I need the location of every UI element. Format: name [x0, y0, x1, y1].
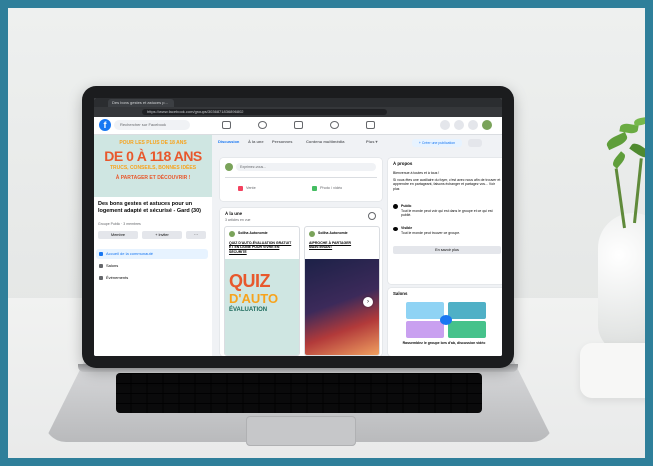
profile-avatar[interactable] [482, 120, 492, 130]
group-name[interactable]: Des bons gestes et astuces pour un logem… [98, 201, 208, 214]
info-icon[interactable] [368, 212, 376, 220]
gaming-icon[interactable] [366, 121, 375, 129]
left-nav-item[interactable]: Événements [96, 273, 208, 283]
browser-tab[interactable]: Des bons gestes et astuces p... [108, 99, 174, 107]
globe-icon [393, 204, 398, 209]
rooms-section: Salons Rassemblez le groupe lors d'ab, d… [388, 288, 502, 356]
photo-frame: Des bons gestes et astuces p... https://… [0, 0, 653, 466]
browser-address-bar: https://www.facebook.com/groups/30368718… [94, 107, 502, 117]
public-description: Tout le monde peut voir qui est dans le … [401, 209, 493, 218]
laptop-lid: Des bons gestes et astuces p... https://… [82, 86, 514, 368]
left-nav-label: Salons [106, 263, 119, 268]
sell-action[interactable]: Vente [238, 183, 298, 193]
groups-icon[interactable] [330, 121, 339, 129]
cover-line3: TRUCS, CONSEILS, BONNES IDÉES [109, 165, 197, 171]
tab-discussion[interactable]: Discussion [218, 139, 239, 144]
folded-cloth [580, 343, 645, 398]
group-sidebar: POUR LES PLUS DE 18 ANS DE 0 À 118 ANS T… [94, 135, 212, 356]
about-title: À propos [393, 161, 413, 166]
public-title: Public [401, 204, 412, 208]
tab-more[interactable]: Plus ▾ [366, 139, 378, 144]
group-cover-image: POUR LES PLUS DE 18 ANS DE 0 À 118 ANS T… [94, 135, 212, 197]
featured-post[interactable]: Soliha Autonomie AIPROCHE À PARTAGER MAI… [304, 226, 380, 356]
post-composer: Exprimez-vous... Vente Photo / vidéo [220, 158, 382, 201]
calendar-icon [99, 276, 103, 280]
rooms-illustration [406, 302, 488, 338]
avatar [309, 231, 315, 237]
left-nav-label: Événements [106, 275, 129, 280]
cover-line2: DE 0 À 118 ANS [104, 148, 202, 164]
menu-icon[interactable] [440, 120, 450, 130]
laptop-screen: Des bons gestes et astuces p... https://… [94, 98, 502, 356]
cover-line1: POUR LES PLUS DE 18 ANS [119, 140, 187, 146]
about-description: Si vous êtes une auxiliaire du foyer, c'… [393, 178, 501, 191]
featured-section: À la une 3 articles en vue Soliha Autono… [220, 208, 382, 356]
about-welcome: Bienvenue à toutes et à tous ! [393, 171, 440, 175]
laptop-photo: Des bons gestes et astuces p... https://… [8, 8, 645, 458]
quiz-text: D'AUTO [229, 291, 279, 306]
left-nav-item[interactable]: Accueil de la communauté [96, 249, 208, 259]
cover-line4: À PARTAGER ET DÉCOUVRIR ! [115, 175, 191, 181]
watch-icon[interactable] [258, 121, 267, 129]
tab-featured[interactable]: À la une [248, 139, 264, 144]
photo-icon [312, 185, 317, 191]
left-nav-item[interactable]: Salons [96, 261, 208, 271]
messenger-icon[interactable] [454, 120, 464, 130]
next-arrow-icon[interactable]: › [363, 297, 373, 307]
quiz-image: QUIZ D'AUTO ÉVALUATION [225, 259, 299, 355]
post-caption: QUIZ D'AUTO-ÉVALUATION GRATUIT ET EN LIG… [229, 241, 292, 254]
notifications-icon[interactable] [468, 120, 478, 130]
more-options-button[interactable]: ··· [186, 231, 206, 239]
featured-post[interactable]: Soliha Autonomie QUIZ D'AUTO-ÉVALUATION … [224, 226, 300, 356]
post-author: Soliha Autonomie [238, 231, 268, 235]
rooms-icon [99, 264, 103, 268]
post-caption: AIPROCHE À PARTAGER MAINTENANT [309, 241, 352, 250]
search-group-icon[interactable] [468, 139, 482, 147]
quiz-text: QUIZ [229, 271, 271, 291]
browser-tab-bar: Des bons gestes et astuces p... [94, 98, 502, 107]
home-icon[interactable] [222, 121, 231, 129]
night-road-image [305, 259, 379, 355]
post-author: Soliha Autonomie [318, 231, 348, 235]
visible-description: Tout le monde peut trouver ce groupe. [401, 231, 461, 235]
joined-button[interactable]: Membre [98, 231, 138, 239]
create-post-button[interactable]: + Créer une publication [412, 139, 462, 147]
laptop-trackpad [246, 416, 356, 446]
url-field[interactable]: https://www.facebook.com/groups/30368718… [142, 109, 387, 115]
facebook-logo-icon[interactable]: f [99, 119, 111, 131]
featured-title: À la une [225, 211, 243, 216]
marketplace-icon[interactable] [294, 121, 303, 129]
left-nav-label: Accueil de la communauté [106, 251, 153, 256]
rooms-caption: Rassemblez le groupe lors d'ab, discussi… [402, 341, 486, 345]
home-icon [99, 252, 103, 256]
group-tabs: Discussion À la une Personnes Contenu mu… [216, 136, 502, 150]
search-input[interactable]: Rechercher sur Facebook [114, 120, 190, 130]
eye-icon [393, 227, 398, 231]
quiz-text: ÉVALUATION [229, 307, 268, 313]
about-section: À propos Bienvenue à toutes et à tous ! … [388, 158, 502, 284]
tab-media[interactable]: Contenu multimédia [306, 139, 344, 144]
group-meta: Groupe Public · 3 membres [98, 222, 141, 226]
sell-icon [238, 185, 243, 191]
featured-subtitle: 3 articles en vue [225, 218, 251, 222]
invite-button[interactable]: + Inviter [142, 231, 182, 239]
learn-more-button[interactable]: En savoir plus [393, 246, 501, 254]
avatar [229, 231, 235, 237]
white-vase [598, 213, 645, 353]
sell-label: Vente [246, 186, 256, 190]
visible-title: Visible [401, 226, 413, 230]
tab-people[interactable]: Personnes [272, 139, 292, 144]
divider [225, 177, 377, 178]
rooms-title: Salons [393, 291, 408, 296]
laptop-keyboard [116, 373, 482, 413]
photo-action[interactable]: Photo / vidéo [312, 183, 376, 193]
avatar [225, 163, 233, 171]
facebook-header: f Rechercher sur Facebook [94, 117, 502, 135]
photo-label: Photo / vidéo [320, 186, 343, 190]
composer-input[interactable]: Exprimez-vous... [236, 163, 376, 171]
